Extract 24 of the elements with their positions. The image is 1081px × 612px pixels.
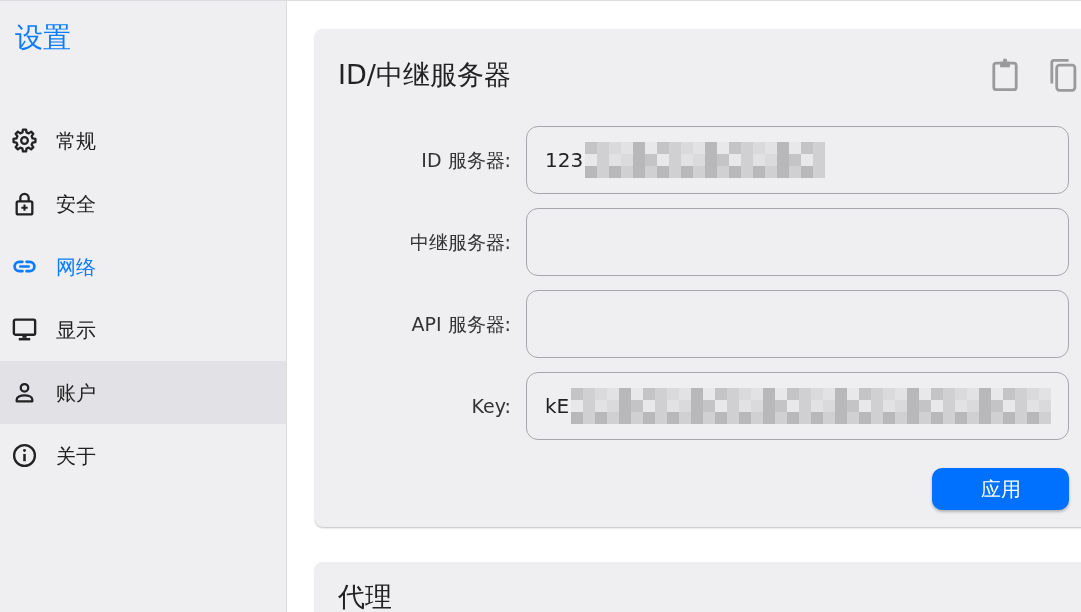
input-field[interactable]: 123 [526, 126, 1069, 194]
copy-icon [1049, 58, 1077, 92]
input-field[interactable] [526, 290, 1069, 358]
apply-button[interactable]: 应用 [932, 468, 1069, 510]
sidebar-title: 设置 [15, 20, 71, 56]
field-label: ID 服务器: [420, 147, 511, 173]
sidebar-item[interactable]: 显示 [0, 298, 286, 361]
section-title: 代理 [338, 580, 392, 612]
field-label: Key: [470, 393, 511, 419]
info-icon [12, 443, 37, 468]
gear-icon [12, 128, 37, 153]
input-field[interactable] [526, 208, 1069, 276]
paste-button[interactable] [991, 58, 1019, 92]
copy-button[interactable] [1049, 58, 1077, 92]
field-label: API 服务器: [410, 311, 511, 337]
sidebar-item[interactable]: 安全 [0, 172, 286, 235]
field-label: 中继服务器: [408, 229, 511, 255]
monitor-icon [12, 317, 37, 342]
input-field[interactable]: kE [526, 372, 1069, 440]
section-title: ID/中继服务器 [338, 58, 511, 92]
clipboard-icon [991, 58, 1019, 92]
sidebar-item[interactable]: 关于 [0, 424, 286, 487]
sidebar-item[interactable]: 账户 [0, 361, 286, 424]
sidebar-item[interactable]: 常规 [0, 109, 286, 172]
